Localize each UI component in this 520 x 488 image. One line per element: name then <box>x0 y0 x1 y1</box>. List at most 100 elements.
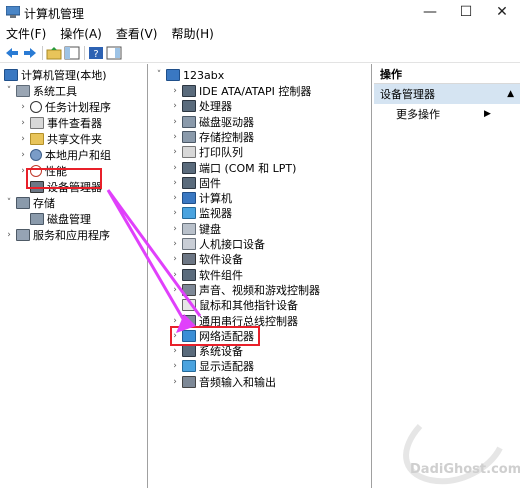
device-tree-pane: ˅ 123abx › IDE ATA/ATAPI 控制器 › 处理器 › 磁盘驱动器 › 存储… <box>148 64 372 488</box>
expand-arrow-icon[interactable]: › <box>170 285 180 295</box>
device-category-item[interactable]: › 显示适配器 <box>170 358 254 374</box>
close-button[interactable]: ✕ <box>484 0 520 24</box>
expand-arrow-icon[interactable]: › <box>170 239 180 249</box>
expand-arrow-icon[interactable]: › <box>18 102 28 112</box>
expand-arrow-icon[interactable]: › <box>170 270 180 280</box>
help-icon[interactable]: ? <box>88 46 104 60</box>
device-category-item[interactable]: › 磁盘驱动器 <box>170 114 254 130</box>
device-category-item[interactable]: › 端口 (COM 和 LPT) <box>170 160 296 176</box>
display-adapter-icon <box>182 360 196 373</box>
computer-icon <box>166 69 180 81</box>
software-component-icon <box>182 268 196 281</box>
tree-item-local-users[interactable]: › 本地用户和组 <box>18 147 111 163</box>
collapse-arrow-icon[interactable]: ˅ <box>4 198 14 208</box>
menu-help[interactable]: 帮助(H) <box>171 25 213 42</box>
expand-arrow-icon[interactable]: › <box>170 193 180 203</box>
tree-item-task-scheduler[interactable]: › 任务计划程序 <box>18 99 111 115</box>
computer-management-icon <box>6 6 20 18</box>
window-title: 计算机管理 <box>24 7 85 21</box>
device-category-item[interactable]: › 存储控制器 <box>170 129 254 145</box>
device-category-item[interactable]: › 处理器 <box>170 98 232 114</box>
expand-arrow-icon[interactable]: › <box>170 224 180 234</box>
expand-arrow-icon[interactable]: › <box>170 178 180 188</box>
device-category-label: 软件组件 <box>199 268 243 282</box>
expand-arrow-icon[interactable]: › <box>170 117 180 127</box>
actions-header: 操作 <box>374 64 520 84</box>
usb-icon <box>182 314 196 327</box>
collapse-arrow-icon[interactable]: ˅ <box>4 86 14 96</box>
expand-arrow-icon[interactable]: › <box>170 316 180 326</box>
expand-arrow-icon[interactable]: › <box>170 147 180 157</box>
disk-drive-icon <box>182 115 196 128</box>
device-category-item[interactable]: › 鼠标和其他指针设备 <box>170 297 298 313</box>
expand-arrow-icon[interactable]: › <box>18 134 28 144</box>
system-device-icon <box>182 345 196 358</box>
tree-item-services[interactable]: › 服务和应用程序 <box>4 227 110 243</box>
device-category-item[interactable]: › 键盘 <box>170 221 221 237</box>
device-category-label: 磁盘驱动器 <box>199 115 254 129</box>
tree-item-shared-folders[interactable]: › 共享文件夹 <box>18 131 102 147</box>
back-arrow-icon[interactable] <box>4 46 20 60</box>
device-category-label: 固件 <box>199 176 221 190</box>
device-category-item[interactable]: › 音频输入和输出 <box>170 374 276 390</box>
device-category-item[interactable]: › 计算机 <box>170 190 232 206</box>
menu-bar: 文件(F) 操作(A) 查看(V) 帮助(H) <box>0 24 520 43</box>
device-category-label: 声音、视频和游戏控制器 <box>199 283 320 297</box>
disk-management-icon <box>30 213 44 225</box>
software-device-icon <box>182 253 196 266</box>
expand-arrow-icon[interactable]: › <box>18 150 28 160</box>
tree-item-event-viewer[interactable]: › 事件查看器 <box>18 115 102 131</box>
expand-arrow-icon[interactable]: › <box>170 346 180 356</box>
device-category-item[interactable]: › 软件设备 <box>170 251 243 267</box>
tools-icon <box>16 85 30 97</box>
expand-arrow-icon[interactable]: › <box>170 300 180 310</box>
more-actions-item[interactable]: 更多操作 ▶ <box>396 106 491 122</box>
device-category-item[interactable]: › IDE ATA/ATAPI 控制器 <box>170 83 311 99</box>
device-tree-root[interactable]: ˅ 123abx <box>154 67 224 83</box>
menu-action[interactable]: 操作(A) <box>60 25 102 42</box>
up-folder-icon[interactable] <box>46 46 62 60</box>
actions-selected-item[interactable]: 设备管理器 ▲ <box>374 84 520 104</box>
properties-icon[interactable] <box>106 46 122 60</box>
tree-item-system-tools[interactable]: ˅ 系统工具 <box>4 83 77 99</box>
device-category-item[interactable]: › 声音、视频和游戏控制器 <box>170 282 320 298</box>
maximize-button[interactable]: ☐ <box>448 0 484 24</box>
device-category-item[interactable]: › 打印队列 <box>170 144 243 160</box>
expand-arrow-icon[interactable]: › <box>170 86 180 96</box>
device-category-label: IDE ATA/ATAPI 控制器 <box>199 85 312 98</box>
toolbar-separator <box>42 46 43 60</box>
expand-arrow-icon[interactable]: › <box>170 101 180 111</box>
device-category-item[interactable]: › 人机接口设备 <box>170 236 265 252</box>
expand-arrow-icon[interactable]: › <box>170 163 180 173</box>
device-category-label: 显示适配器 <box>199 360 254 374</box>
show-hide-tree-icon[interactable] <box>64 46 80 60</box>
expand-arrow-icon[interactable]: › <box>170 132 180 142</box>
tree-item-disk-management[interactable]: 磁盘管理 <box>30 211 91 227</box>
device-manager-highlight-box <box>26 168 102 189</box>
menu-view[interactable]: 查看(V) <box>116 25 158 42</box>
computer-icon <box>182 192 196 205</box>
collapse-arrow-icon[interactable]: ˅ <box>154 70 164 80</box>
expand-arrow-icon[interactable]: › <box>170 208 180 218</box>
tree-item-storage[interactable]: ˅ 存储 <box>4 195 55 211</box>
print-queue-icon <box>182 146 196 159</box>
expand-arrow-icon[interactable]: › <box>170 377 180 387</box>
tree-item-root[interactable]: 计算机管理(本地) <box>4 67 107 83</box>
menu-file[interactable]: 文件(F) <box>6 25 46 42</box>
device-category-label: 鼠标和其他指针设备 <box>199 299 298 313</box>
expand-arrow-icon[interactable]: › <box>170 254 180 264</box>
collapse-up-icon[interactable]: ▲ <box>507 89 514 99</box>
device-category-item[interactable]: › 固件 <box>170 175 221 191</box>
forward-arrow-icon[interactable] <box>22 46 38 60</box>
expand-arrow-icon[interactable]: › <box>18 118 28 128</box>
device-category-label: 人机接口设备 <box>199 238 265 251</box>
minimize-button[interactable]: — <box>412 0 448 24</box>
ide-controller-icon <box>182 85 196 97</box>
toolbar: ? <box>0 43 520 63</box>
device-category-item[interactable]: › 软件组件 <box>170 267 243 283</box>
storage-icon <box>16 197 30 209</box>
device-category-item[interactable]: › 监视器 <box>170 205 232 221</box>
expand-arrow-icon[interactable]: › <box>4 230 14 240</box>
expand-arrow-icon[interactable]: › <box>170 361 180 371</box>
title-bar: 计算机管理 — ☐ ✕ <box>0 0 520 24</box>
